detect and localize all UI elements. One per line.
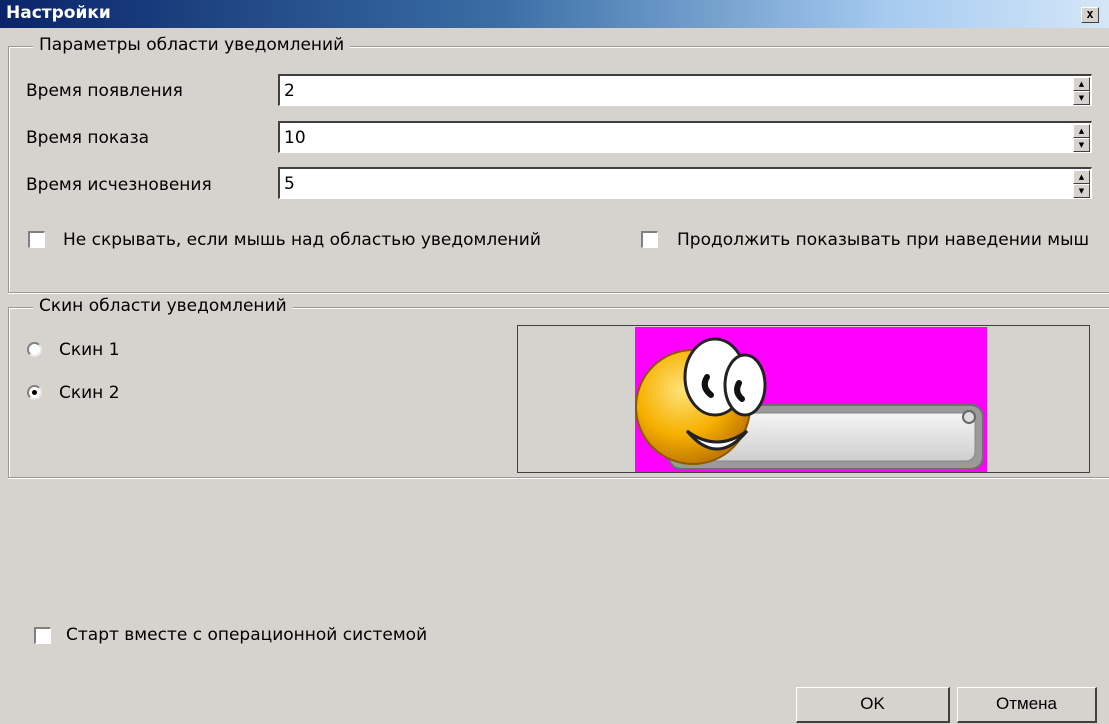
notification-params-legend: Параметры области уведомлений [33, 35, 351, 55]
fade-time-label: Время исчезновения [26, 175, 212, 195]
spin-down-icon: ▼ [1078, 141, 1085, 149]
show-time-down-button[interactable]: ▼ [1073, 138, 1090, 152]
appear-time-spinner[interactable]: 2 ▲ ▼ [278, 74, 1092, 106]
fade-time-down-button[interactable]: ▼ [1073, 184, 1090, 198]
startup-checkbox[interactable] [34, 627, 51, 644]
ok-button[interactable]: OK [796, 687, 950, 723]
continue-showing-label[interactable]: Продолжить показывать при наведении мыш [677, 230, 1107, 250]
appear-time-value[interactable]: 2 [284, 81, 295, 101]
skin-preview-image [635, 327, 987, 472]
skin-2-radio[interactable] [27, 385, 42, 400]
close-icon: x [1086, 7, 1094, 21]
skin-legend: Скин области уведомлений [33, 296, 293, 316]
spin-up-icon: ▲ [1078, 80, 1085, 88]
appear-time-up-button[interactable]: ▲ [1073, 77, 1090, 91]
window-title: Настройки [6, 3, 111, 23]
skin-2-label[interactable]: Скин 2 [59, 383, 120, 403]
notification-params-group: Параметры области уведомлений Время появ… [8, 35, 1109, 293]
startup-label[interactable]: Старт вместе с операционной системой [66, 625, 427, 645]
radio-selected-dot [32, 390, 37, 395]
spin-up-icon: ▲ [1078, 127, 1085, 135]
appear-time-down-button[interactable]: ▼ [1073, 91, 1090, 105]
fade-time-up-button[interactable]: ▲ [1073, 170, 1090, 184]
keep-visible-label[interactable]: Не скрывать, если мышь над областью увед… [63, 230, 541, 250]
show-time-label: Время показа [26, 128, 150, 148]
skin-preview [517, 325, 1090, 473]
skin-1-label[interactable]: Скин 1 [59, 340, 120, 360]
spin-down-icon: ▼ [1078, 94, 1085, 102]
show-time-up-button[interactable]: ▲ [1073, 124, 1090, 138]
spin-up-icon: ▲ [1078, 173, 1085, 181]
title-bar: Настройки x [0, 0, 1109, 28]
fade-time-value[interactable]: 5 [284, 174, 295, 194]
fade-time-spinner[interactable]: 5 ▲ ▼ [278, 167, 1092, 199]
show-time-spinner[interactable]: 10 ▲ ▼ [278, 121, 1092, 153]
show-time-value[interactable]: 10 [284, 128, 306, 148]
smiley-notification-graphic [635, 337, 984, 470]
continue-showing-checkbox[interactable] [641, 231, 658, 248]
appear-time-label: Время появления [26, 81, 183, 101]
close-button[interactable]: x [1081, 7, 1099, 23]
cancel-button[interactable]: Отмена [957, 687, 1097, 723]
keep-visible-checkbox[interactable] [28, 231, 45, 248]
spin-down-icon: ▼ [1078, 187, 1085, 195]
skin-1-radio[interactable] [27, 342, 42, 357]
